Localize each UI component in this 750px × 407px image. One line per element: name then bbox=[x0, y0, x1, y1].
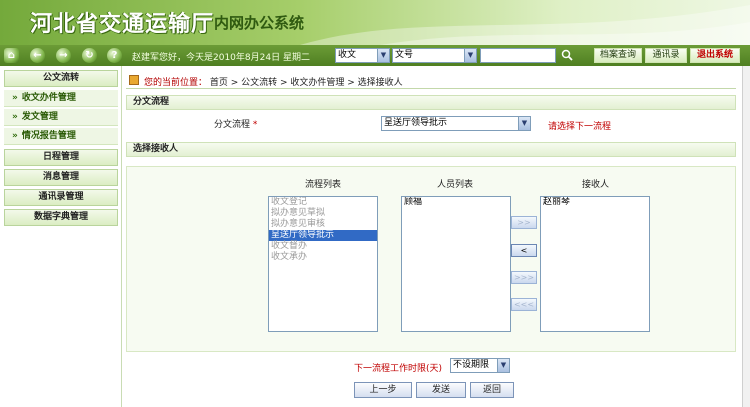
toolbar: ⌂ ← → ↻ ? 赵建军您好，今天是2010年8月24日 星期二 收文 ▼ 文… bbox=[0, 45, 750, 66]
chevron-down-icon: ▼ bbox=[464, 49, 476, 62]
contacts-button[interactable]: 通讯录 bbox=[645, 48, 687, 63]
chevron-down-icon: ▼ bbox=[518, 117, 530, 130]
deadline-label: 下一流程工作时限(天) bbox=[354, 364, 443, 374]
location-icon bbox=[129, 75, 139, 85]
branch-flow-select-value: 呈送厅领导批示 bbox=[384, 118, 448, 128]
branch-field-label-text: 分文流程 bbox=[214, 120, 251, 130]
list-item[interactable]: 顾福 bbox=[402, 197, 510, 208]
people-list-label: 人员列表 bbox=[437, 180, 474, 190]
back-button[interactable]: 返回 bbox=[470, 382, 514, 398]
sidebar-item-contacts[interactable]: 通讯录管理 bbox=[4, 189, 118, 206]
sidebar-item-label: 收文办件管理 bbox=[21, 93, 76, 103]
remove-recipient-button[interactable]: < bbox=[511, 244, 537, 257]
scrollbar[interactable] bbox=[742, 66, 750, 407]
flow-listbox[interactable]: 收文登记 拟办意见草拟 拟办意见审核 呈送厅领导批示 收文督办 收文承办 bbox=[268, 196, 378, 332]
list-item-selected[interactable]: 呈送厅领导批示 bbox=[269, 230, 377, 241]
branch-section-title: 分文流程 bbox=[126, 95, 736, 110]
home-icon[interactable]: ⌂ bbox=[4, 48, 19, 63]
list-item[interactable]: 收文承办 bbox=[269, 252, 377, 263]
search-field-select[interactable]: 文号 ▼ bbox=[392, 48, 477, 63]
sidebar-item-dictionary[interactable]: 数据字典管理 bbox=[4, 209, 118, 226]
breadcrumb-path[interactable]: 首页 > 公文流转 > 收文办件管理 > 选择接收人 bbox=[210, 78, 403, 88]
sidebar-item-label: 情况报告管理 bbox=[21, 131, 76, 141]
sidebar-item-report[interactable]: » 情况报告管理 bbox=[4, 128, 118, 145]
double-chevron-icon: » bbox=[12, 112, 18, 122]
previous-step-button[interactable]: 上一步 bbox=[354, 382, 412, 398]
remove-all-button[interactable]: <<< bbox=[511, 298, 537, 311]
app-banner: 河北省交通运输厅 内网办公系统 bbox=[0, 0, 750, 45]
forward-arrow-icon[interactable]: → bbox=[56, 48, 71, 63]
list-item[interactable]: 赵丽琴 bbox=[541, 197, 649, 208]
list-item[interactable]: 拟办意见草拟 bbox=[269, 208, 377, 219]
search-field-select-value: 文号 bbox=[395, 50, 414, 60]
double-chevron-icon: » bbox=[12, 93, 18, 103]
chevron-down-icon: ▼ bbox=[377, 49, 389, 62]
sidebar-item-document-flow[interactable]: 公文流转 bbox=[4, 70, 118, 87]
flow-list-label: 流程列表 bbox=[305, 180, 342, 190]
refresh-icon[interactable]: ↻ bbox=[82, 48, 97, 63]
required-mark: * bbox=[252, 120, 258, 130]
sidebar-item-messages[interactable]: 消息管理 bbox=[4, 169, 118, 186]
deadline-select[interactable]: 不设期限 ▼ bbox=[450, 358, 510, 373]
add-all-button[interactable]: >>> bbox=[511, 271, 537, 284]
search-icon[interactable] bbox=[561, 49, 574, 62]
sidebar-item-label: 发文管理 bbox=[21, 112, 58, 122]
doc-type-select[interactable]: 收文 ▼ bbox=[335, 48, 390, 63]
recipients-label: 接收人 bbox=[582, 180, 610, 190]
sidebar-item-outgoing[interactable]: » 发文管理 bbox=[4, 109, 118, 126]
exit-system-button[interactable]: 退出系统 bbox=[690, 48, 740, 63]
sidebar-item-incoming[interactable]: » 收文办件管理 bbox=[4, 90, 118, 107]
banner-title: 河北省交通运输厅 bbox=[30, 11, 215, 37]
receiver-section-title: 选择接收人 bbox=[126, 142, 736, 157]
deadline-select-value: 不设期限 bbox=[453, 360, 490, 370]
breadcrumb: 您的当前位置： 首页 > 公文流转 > 收文办件管理 > 选择接收人 bbox=[126, 73, 736, 89]
add-recipient-button[interactable]: >> bbox=[511, 216, 537, 229]
branch-field-label: 分文流程 * bbox=[214, 117, 257, 130]
sidebar: 公文流转 » 收文办件管理 » 发文管理 » 情况报告管理 日程管理 消息管理 通讯录… bbox=[0, 66, 122, 407]
banner-subtitle: 内网办公系统 bbox=[214, 14, 305, 32]
list-item[interactable]: 拟办意见审核 bbox=[269, 219, 377, 230]
breadcrumb-label: 您的当前位置： bbox=[144, 78, 208, 88]
help-icon[interactable]: ? bbox=[107, 48, 122, 63]
list-item[interactable]: 收文督办 bbox=[269, 241, 377, 252]
recipients-listbox[interactable]: 赵丽琴 bbox=[540, 196, 650, 332]
breadcrumb-text: 您的当前位置： 首页 > 公文流转 > 收文办件管理 > 选择接收人 bbox=[144, 75, 403, 88]
welcome-text: 赵建军您好，今天是2010年8月24日 星期二 bbox=[132, 53, 310, 63]
chevron-down-icon: ▼ bbox=[497, 359, 509, 372]
search-input[interactable] bbox=[480, 48, 556, 63]
archive-query-button[interactable]: 档案查询 bbox=[594, 48, 642, 63]
list-item[interactable]: 收文登记 bbox=[269, 197, 377, 208]
sidebar-item-schedule[interactable]: 日程管理 bbox=[4, 149, 118, 166]
doc-type-select-value: 收文 bbox=[338, 50, 357, 60]
branch-flow-select[interactable]: 呈送厅领导批示 ▼ bbox=[381, 116, 531, 131]
send-button[interactable]: 发送 bbox=[416, 382, 466, 398]
back-arrow-icon[interactable]: ← bbox=[30, 48, 45, 63]
branch-hint: 请选择下一流程 bbox=[548, 122, 612, 132]
double-chevron-icon: » bbox=[12, 131, 18, 141]
people-listbox[interactable]: 顾福 bbox=[401, 196, 511, 332]
